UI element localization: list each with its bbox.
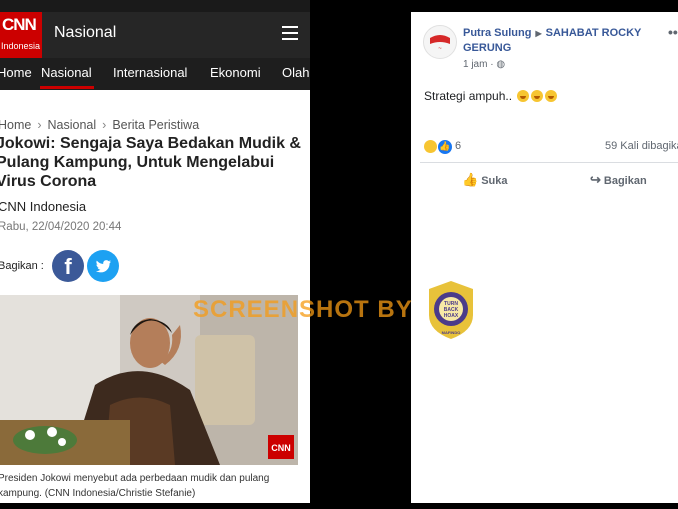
nav-item-ekonomi[interactable]: Ekonomi [210,65,261,80]
breadcrumb-nasional[interactable]: Nasional [48,118,97,132]
badge-ring-bottom: MAFINDO [442,330,461,335]
mafindo-turnbackhoax-badge: TURN BACK HOAX MAFINDO [425,279,477,341]
cnn-logo[interactable]: CNN Indonesia [0,12,42,58]
facebook-share-icon[interactable]: f [52,250,84,282]
photo-cnn-watermark: CNN [271,443,291,453]
nav-item-olah[interactable]: Olah [282,65,309,80]
like-button[interactable]: 👍 Suka [462,172,507,188]
grinning-emoji-icon [545,90,558,102]
grinning-emoji-icon [517,90,530,102]
grinning-emoji-icon [531,90,544,102]
screenshot-watermark: SCREENSHOT BY [193,296,413,323]
nav-item-home[interactable]: Home [0,65,32,80]
chevron-right-icon: › [37,118,42,132]
twitter-share-icon[interactable] [87,250,119,282]
more-options-icon[interactable]: ••• [668,24,678,40]
reaction-count[interactable]: 6 [455,140,461,152]
author-name[interactable]: Putra Sulung [463,27,531,39]
breadcrumb-home[interactable]: Home [0,118,31,132]
share-count[interactable]: 59 Kali dibagikan [605,140,678,152]
photo-caption: Presiden Jokowi menyebut ada perbedaan m… [0,473,270,499]
share-button-label: Bagikan [603,175,647,187]
badge-line3: HOAX [444,313,459,319]
cnn-logo-text: CNN [2,15,37,34]
section-title: Nasional [54,24,117,41]
post-text-content: Strategi ampuh.. [424,89,513,103]
article-byline: CNN Indonesia [0,199,87,214]
breadcrumb: Home › Nasional › Berita Peristiwa [0,118,199,132]
article-date: Rabu, 22/04/2020 20:44 [0,221,122,233]
divider [420,162,678,163]
cnn-logo-sub: Indonesia [1,41,41,51]
status-bar [0,0,310,12]
share-label: Bagikan : [0,260,44,272]
facebook-post-panel [411,12,678,503]
triangle-right-icon: ▶ [535,29,542,38]
cnn-header [0,12,310,58]
post-text: Strategi ampuh.. [424,89,558,103]
active-nav-indicator [40,86,94,89]
avatar[interactable]: ~ [423,25,457,59]
share-button[interactable]: ↪ Bagikan [590,172,647,188]
share-arrow-icon: ↪ [590,172,601,187]
chevron-right-icon: › [102,118,107,132]
post-author: Putra Sulung ▶ SAHABAT ROCKY GERUNG [463,26,663,56]
post-time-text: 1 jam [463,59,488,70]
hamburger-menu-icon[interactable] [282,26,298,40]
nav-item-nasional[interactable]: Nasional [41,65,92,80]
article-headline: Jokowi: Sengaja Saya Bedakan Mudik & Pul… [0,135,301,190]
nav-item-internasional[interactable]: Internasional [113,65,187,80]
svg-text:~: ~ [438,46,442,52]
like-reaction-icon: 👍 [437,139,453,155]
globe-icon: ◍ [496,59,506,70]
like-button-label: Suka [481,175,508,187]
haha-reaction-icon [424,140,437,153]
breadcrumb-berita-peristiwa[interactable]: Berita Peristiwa [112,118,199,132]
thumbs-up-icon: 👍 [462,172,479,187]
post-time[interactable]: 1 jam · ◍ [463,59,505,70]
